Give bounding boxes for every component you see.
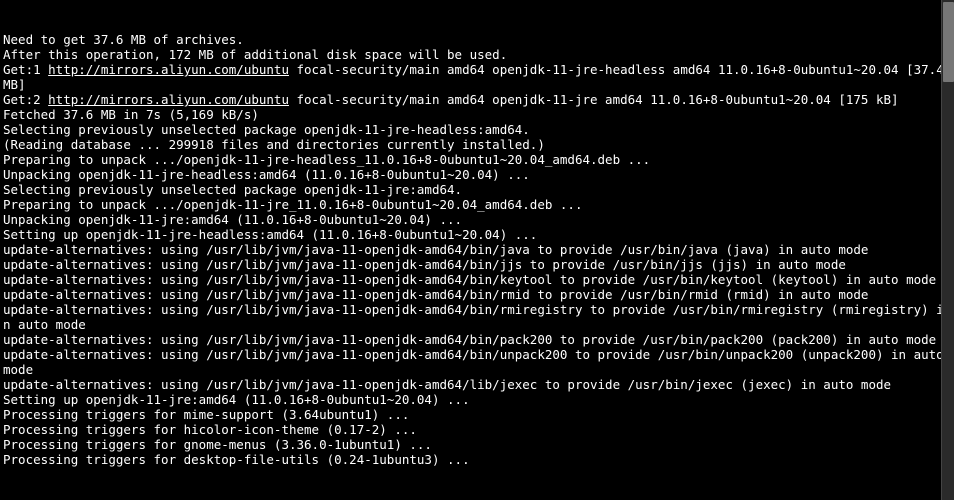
terminal-line: Processing triggers for mime-support (3.…: [3, 407, 951, 422]
output-text: update-alternatives: using /usr/lib/jvm/…: [3, 302, 944, 332]
output-text: Processing triggers for mime-support (3.…: [3, 407, 409, 422]
output-text: Selecting previously unselected package …: [3, 122, 530, 137]
output-text: Get:2: [3, 92, 48, 107]
terminal-line: update-alternatives: using /usr/lib/jvm/…: [3, 332, 951, 347]
terminal-line: After this operation, 172 MB of addition…: [3, 47, 951, 62]
output-text: Unpacking openjdk-11-jre-headless:amd64 …: [3, 167, 530, 182]
terminal-line: Unpacking openjdk-11-jre-headless:amd64 …: [3, 167, 951, 182]
terminal-line: Selecting previously unselected package …: [3, 182, 951, 197]
vertical-scrollbar[interactable]: [941, 0, 954, 500]
output-text: update-alternatives: using /usr/lib/jvm/…: [3, 287, 868, 302]
url-text[interactable]: http://mirrors.aliyun.com/ubuntu: [48, 92, 289, 107]
output-text: update-alternatives: using /usr/lib/jvm/…: [3, 377, 891, 392]
output-text: Processing triggers for hicolor-icon-the…: [3, 422, 417, 437]
output-text: Unpacking openjdk-11-jre:amd64 (11.0.16+…: [3, 212, 462, 227]
terminal-line: update-alternatives: using /usr/lib/jvm/…: [3, 257, 951, 272]
terminal-line: update-alternatives: using /usr/lib/jvm/…: [3, 287, 951, 302]
output-text: Setting up openjdk-11-jre:amd64 (11.0.16…: [3, 392, 470, 407]
terminal-line: Selecting previously unselected package …: [3, 122, 951, 137]
output-text: Preparing to unpack .../openjdk-11-jre_1…: [3, 197, 582, 212]
terminal-output[interactable]: Need to get 37.6 MB of archives.After th…: [0, 0, 954, 500]
terminal-line: Get:1 http://mirrors.aliyun.com/ubuntu f…: [3, 62, 951, 92]
url-text[interactable]: http://mirrors.aliyun.com/ubuntu: [48, 62, 289, 77]
output-text: (Reading database ... 299918 files and d…: [3, 137, 545, 152]
terminal-line: Preparing to unpack .../openjdk-11-jre-h…: [3, 152, 951, 167]
output-text: update-alternatives: using /usr/lib/jvm/…: [3, 272, 936, 287]
output-text: update-alternatives: using /usr/lib/jvm/…: [3, 347, 951, 377]
terminal-line: update-alternatives: using /usr/lib/jvm/…: [3, 272, 951, 287]
terminal-line: Get:2 http://mirrors.aliyun.com/ubuntu f…: [3, 92, 951, 107]
output-text: Preparing to unpack .../openjdk-11-jre-h…: [3, 152, 650, 167]
terminal-line: Setting up openjdk-11-jre:amd64 (11.0.16…: [3, 392, 951, 407]
output-text: update-alternatives: using /usr/lib/jvm/…: [3, 242, 868, 257]
output-text: Fetched 37.6 MB in 7s (5,169 kB/s): [3, 107, 259, 122]
output-text: Get:1: [3, 62, 48, 77]
output-text: Need to get 37.6 MB of archives.: [3, 32, 244, 47]
output-text: After this operation, 172 MB of addition…: [3, 47, 507, 62]
terminal-line: Fetched 37.6 MB in 7s (5,169 kB/s): [3, 107, 951, 122]
output-text: update-alternatives: using /usr/lib/jvm/…: [3, 332, 936, 347]
terminal-lines: Need to get 37.6 MB of archives.After th…: [3, 32, 951, 467]
output-text: Setting up openjdk-11-jre-headless:amd64…: [3, 227, 537, 242]
terminal-line: Need to get 37.6 MB of archives.: [3, 32, 951, 47]
output-text: focal-security/main amd64 openjdk-11-jre…: [289, 92, 899, 107]
terminal-line: Processing triggers for hicolor-icon-the…: [3, 422, 951, 437]
terminal-line: Unpacking openjdk-11-jre:amd64 (11.0.16+…: [3, 212, 951, 227]
terminal-line: Processing triggers for desktop-file-uti…: [3, 452, 951, 467]
terminal-line: (Reading database ... 299918 files and d…: [3, 137, 951, 152]
terminal-line: update-alternatives: using /usr/lib/jvm/…: [3, 302, 951, 332]
terminal-line: Setting up openjdk-11-jre-headless:amd64…: [3, 227, 951, 242]
terminal-line: update-alternatives: using /usr/lib/jvm/…: [3, 377, 951, 392]
scrollbar-thumb[interactable]: [943, 2, 954, 82]
terminal-line: Preparing to unpack .../openjdk-11-jre_1…: [3, 197, 951, 212]
output-text: Processing triggers for desktop-file-uti…: [3, 452, 470, 467]
terminal-line: Processing triggers for gnome-menus (3.3…: [3, 437, 951, 452]
output-text: update-alternatives: using /usr/lib/jvm/…: [3, 257, 846, 272]
terminal-line: update-alternatives: using /usr/lib/jvm/…: [3, 347, 951, 377]
output-text: Selecting previously unselected package …: [3, 182, 462, 197]
output-text: Processing triggers for gnome-menus (3.3…: [3, 437, 432, 452]
terminal-line: update-alternatives: using /usr/lib/jvm/…: [3, 242, 951, 257]
